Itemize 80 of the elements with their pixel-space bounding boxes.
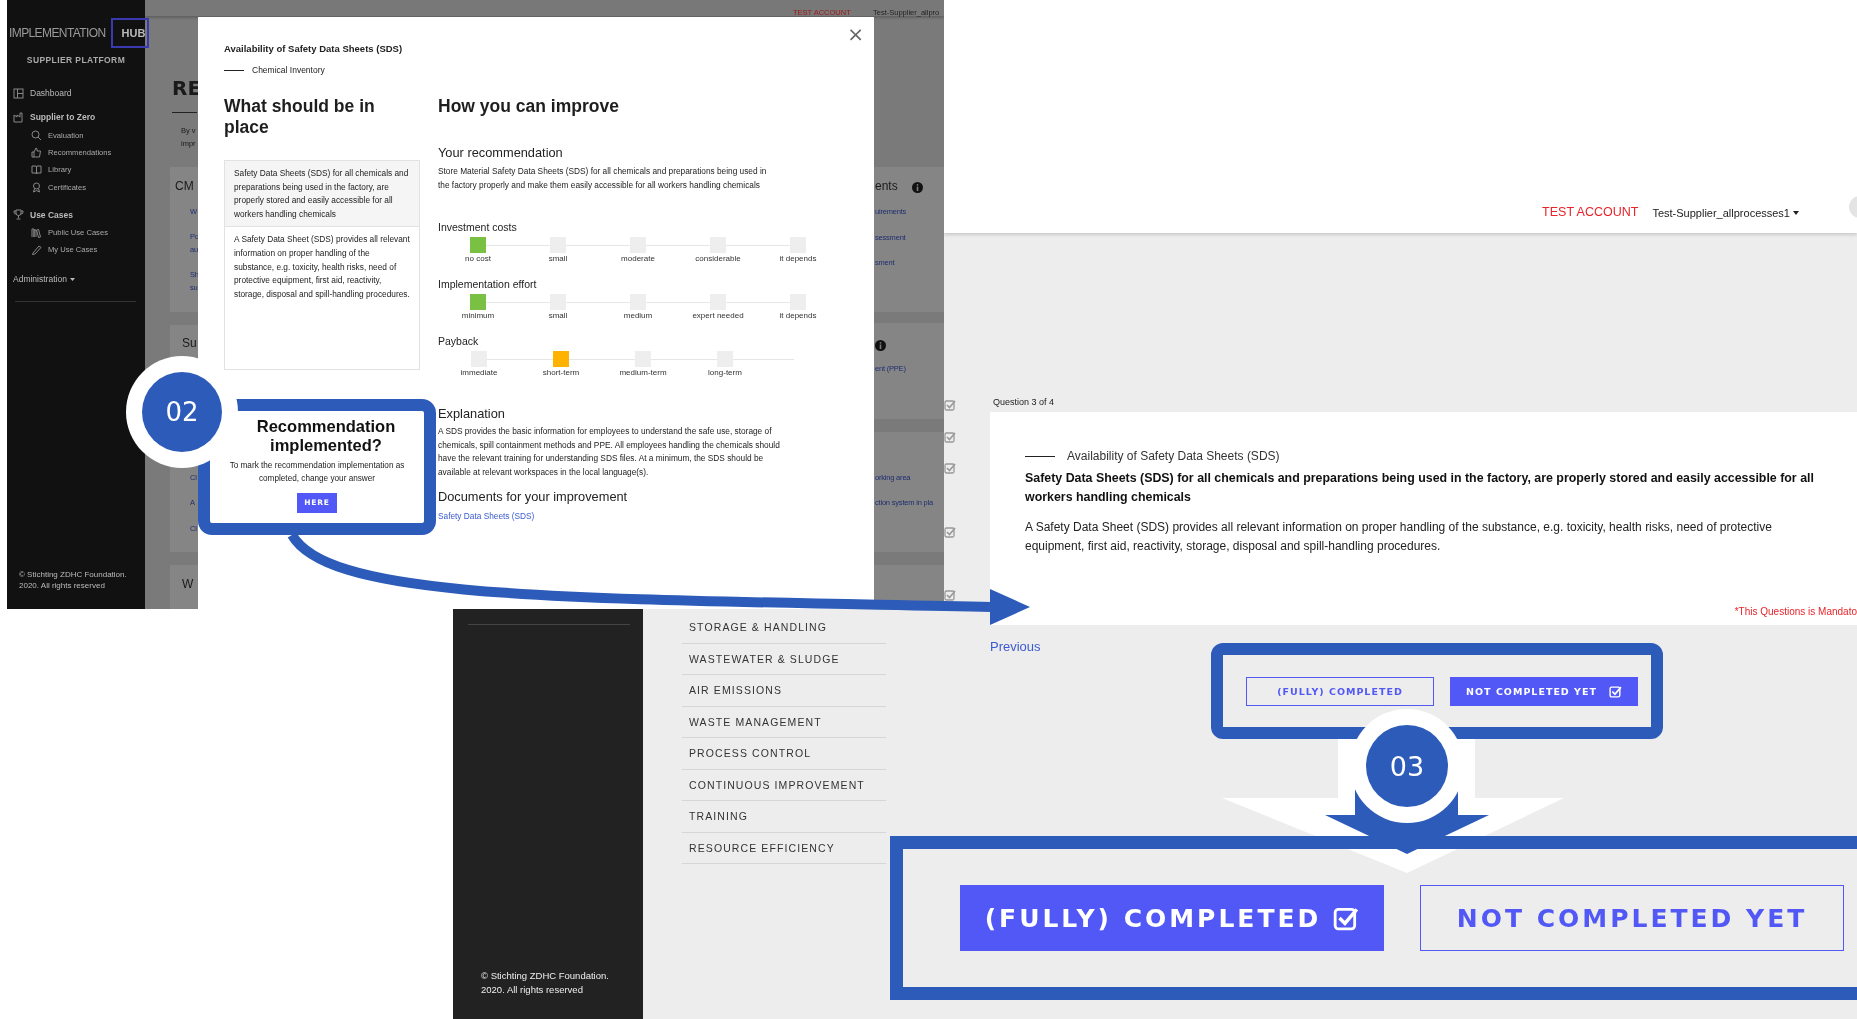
category-item[interactable]: TRAINING [682,801,886,833]
factory-icon [13,111,24,123]
rating-label: moderate [621,254,655,263]
book-icon [31,164,42,176]
nav-item[interactable]: Dashboard [7,87,145,99]
grid-icon [13,87,24,99]
category-item[interactable]: WASTEWATER & SLUDGE [682,643,886,675]
question-counter: Question 3 of 4 [993,397,1055,407]
rating-label: small [548,254,568,263]
category-item[interactable]: PROCESS CONTROL [682,738,886,770]
account-dropdown[interactable]: Test-Supplier_allprocesses1 [1652,207,1799,219]
question-statement: Safety Data Sheets (SDS) for all chemicals and preparations being used in the factory, are properly stored and easily accessible for all workers handling chemicals [1025,470,1815,506]
copyright-text: © Stichting ZDHC Foundation. 2020. All rights reserved [18,569,128,591]
caret-icon [1793,211,1799,215]
rating-label: minimum [461,311,495,320]
nav-item[interactable]: Use Cases [7,208,145,221]
rating-label: expert needed [692,311,744,320]
answer-button[interactable]: (FULLY) COMPLETED [1246,676,1434,706]
section-heading: What should be in place [224,96,376,138]
subsection-heading: Documents for your improvement [438,488,629,505]
rating-label: considerable [695,254,741,263]
description-text: A Safety Data Sheet (SDS) provides all relevant information on proper handling of the substance, e.g. toxicity, health risks, need of protective equipment, first aid, reactivity, storage, disposal and spill-handling procedures. [233,233,411,301]
rating-label: short-term [542,368,580,377]
subsection-heading: Your recommendation [438,145,564,161]
trophy-icon [13,209,24,221]
copyright-text: © Stichting ZDHC Foundation. 2020. All rights reserved [481,969,609,997]
question-category: Availability of Safety Data Sheets (SDS) [1067,449,1280,463]
modal-title: Availability of Safety Data Sheets (SDS) [224,43,404,55]
callout-text: To mark the recommendation implementation as completed, change your answer [228,460,406,485]
caret-icon [69,277,75,281]
category-item[interactable]: CONTINUOUS IMPROVEMENT [682,769,886,801]
category-item[interactable]: STORAGE & HANDLING [682,612,886,644]
rating-label: long-term [708,368,742,377]
card-title: ents [875,179,898,192]
answer-button[interactable]: NOT COMPLETED YET [1420,885,1844,951]
logo-subtitle: SUPPLIER PLATFORM [25,55,127,65]
callout-title: Recommendation implemented? [255,417,397,455]
logo-text: IMPLEMENTATION [9,26,106,40]
search-icon [31,129,42,141]
checkbox-icon [1608,684,1622,698]
modal-category: Chemical Inventory [252,65,325,75]
recommendation-text: Store Material Safety Data Sheets (SDS) for all chemicals and preparations being used in the factory properly and make them easily accessible for all workers handling chemicals [438,165,768,192]
rating-label: medium [623,311,653,320]
books-icon [31,227,42,239]
nav-item[interactable]: Supplier to Zero [7,111,145,123]
answer-button[interactable]: (FULLY) COMPLETED [960,885,1384,951]
rating-label: it depends [779,311,817,320]
requirement-text: Safety Data Sheets (SDS) for all chemicals and preparations being used in the factory, are properly stored and easily accessible for all workers handling chemicals [225,161,419,228]
previous-link[interactable]: Previous [990,639,1041,654]
scale-label: Implementation effort [438,277,538,291]
pencil-icon [31,244,42,256]
ribbon-icon [31,181,42,193]
category-item[interactable]: WASTE MANAGEMENT [682,706,886,738]
card-title: W [182,577,194,590]
account-label: TEST ACCOUNT [1542,205,1639,219]
rating-label: small [548,311,568,320]
rating-label: no cost [465,254,491,263]
question-description: A Safety Data Sheet (SDS) provides all relevant information on proper handling of the substance, e.g. toxicity, health risks, need of protective equipment, first aid, reactivity, storage, disposal and spill-handling procedures. [1025,519,1773,555]
explanation-text: A SDS provides the basic information for employees to understand the safe use, storage of chemicals, spill containment methods and PPE. All employees handling the chemicals should have the relevant training for understanding SDS files. At a minimum, the SDS should be available at relevant workspaces in the local language(s). [438,425,781,480]
subsection-heading: Explanation [438,406,506,422]
rating-label: it depends [779,254,817,263]
rating-label: immediate [460,368,498,377]
section-heading: How you can improve [438,96,620,117]
checkbox-icon [1333,905,1360,931]
scale-label: Payback [438,334,480,348]
category-item[interactable]: RESOURCE EFFICIENCY [682,832,886,864]
card-title: CM [175,179,194,192]
info-icon [912,181,923,193]
info-icon [875,339,886,351]
scale-label: Investment costs [438,220,518,234]
menu-dropdown[interactable]: Administration [7,273,145,286]
rating-label: medium-term [619,368,667,377]
answer-button[interactable]: NOT COMPLETED YET [1450,676,1638,706]
close-button[interactable]: × [847,24,864,44]
card-title: Su [182,336,197,349]
category-item[interactable]: AIR EMISSIONS [682,675,886,707]
thumbs-up-icon [31,146,42,158]
document-link[interactable]: Safety Data Sheets (SDS) [438,510,535,521]
logo-text: HUB [110,18,150,48]
mandatory-note: *This Questions is Mandato [1734,606,1857,617]
